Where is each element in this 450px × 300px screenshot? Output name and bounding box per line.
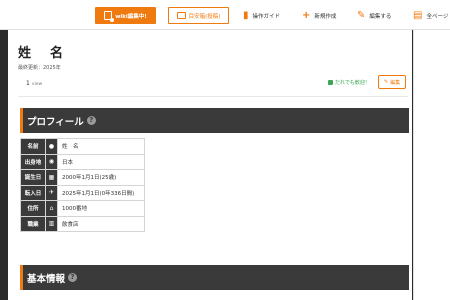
building-icon: ▥ [45, 215, 58, 232]
home-icon: ⌂ [45, 200, 58, 217]
edit-icon: ✎ [383, 79, 389, 85]
help-icon[interactable]: ? [68, 273, 78, 282]
operation-guide-button[interactable]: ▮ 操作ガイド [243, 8, 280, 23]
book-icon: ▮ [243, 9, 249, 21]
table-row: 誕生日 ▦ 2000年1月1日(25歳) [20, 169, 145, 186]
unlock-icon [328, 80, 333, 85]
table-row: 転入日 ✈ 2025年1月1日(0年336日間) [20, 184, 145, 201]
profile-value: 2025年1月1日(0年336日間) [57, 184, 145, 201]
profile-label: 住所 [20, 200, 46, 217]
pencil-icon: ✎ [357, 9, 366, 21]
anyone-welcome-label: だれでも歓迎！ [335, 80, 370, 86]
person-icon: ● [45, 138, 58, 155]
suggestion-box-label: 目安箱(投稿) [188, 13, 221, 20]
table-row: 名前 ● 姓 名 [20, 138, 145, 155]
pages-icon: ▤ [413, 9, 423, 21]
wiki-editing-button[interactable]: wiki編集中! [95, 7, 156, 24]
wiki-editing-label: wiki編集中! [115, 13, 147, 20]
new-page-button[interactable]: + 新規作成 [302, 8, 336, 23]
calendar-icon: ▦ [45, 169, 58, 186]
right-sidebar [413, 30, 450, 300]
profile-label: 名前 [20, 138, 46, 155]
anyone-welcome-badge: だれでも歓迎！ [328, 79, 370, 86]
wiki-edit-icon [104, 11, 115, 22]
table-row: 出身地 ◉ 日本 [20, 153, 145, 170]
last-updated: 最終更新：2025年 [18, 65, 61, 71]
top-toolbar: wiki編集中! 目安箱(投稿) ▮ 操作ガイド + 新規作成 ✎ 編集する ▤… [0, 0, 450, 30]
page-title: 姓 名 [18, 46, 67, 61]
view-count-number: 1 [26, 80, 30, 87]
edit-page-button[interactable]: ✎ 編集する [357, 8, 391, 23]
operation-guide-label: 操作ガイド [252, 13, 281, 20]
profile-label: 職業 [20, 215, 46, 232]
mailbox-icon [176, 12, 186, 19]
profile-section-header: プロフィール ? [20, 108, 409, 133]
edit-page-label: 編集する [369, 13, 392, 20]
profile-value: 2000年1月1日(25歳) [57, 169, 145, 186]
plus-icon: + [302, 9, 311, 21]
table-row: 住所 ⌂ 1000番地 [20, 200, 145, 217]
profile-label: 転入日 [20, 184, 46, 201]
profile-value: 姓 名 [57, 138, 145, 155]
location-pin-icon: ◉ [45, 153, 58, 170]
all-pages-label: 全ページ [426, 13, 449, 20]
divider [18, 96, 408, 97]
page-content: 姓 名 最終更新：2025年 1 view だれでも歓迎！ ✎ 編集 プロフィール… [8, 30, 412, 300]
basic-info-section-title: 基本情報 [27, 273, 66, 285]
airplane-icon: ✈ [45, 184, 58, 201]
view-count-unit: view [31, 82, 43, 87]
table-row: 職業 ▥ 飲食店 [20, 215, 145, 232]
profile-value: 飲食店 [57, 215, 145, 232]
basic-info-section-header: 基本情報 ? [20, 265, 409, 290]
profile-value: 1000番地 [57, 200, 145, 217]
edit-button[interactable]: ✎ 編集 [378, 75, 406, 89]
all-pages-button[interactable]: ▤ 全ページ [413, 8, 448, 23]
profile-label: 誕生日 [20, 169, 46, 186]
view-count: 1 view [26, 80, 42, 87]
suggestion-box-button[interactable]: 目安箱(投稿) [168, 7, 229, 24]
profile-value: 日本 [57, 153, 145, 170]
profile-table: 名前 ● 姓 名出身地 ◉ 日本 誕生日 ▦ 2000年1月1日(25歳) 転入日 ✈ 2025年1… [20, 138, 145, 232]
profile-section-title: プロフィール [27, 116, 84, 128]
profile-label: 出身地 [20, 153, 46, 170]
edit-button-label: 編集 [390, 79, 401, 86]
new-page-label: 新規作成 [314, 13, 337, 20]
help-icon[interactable]: ? [86, 116, 96, 125]
